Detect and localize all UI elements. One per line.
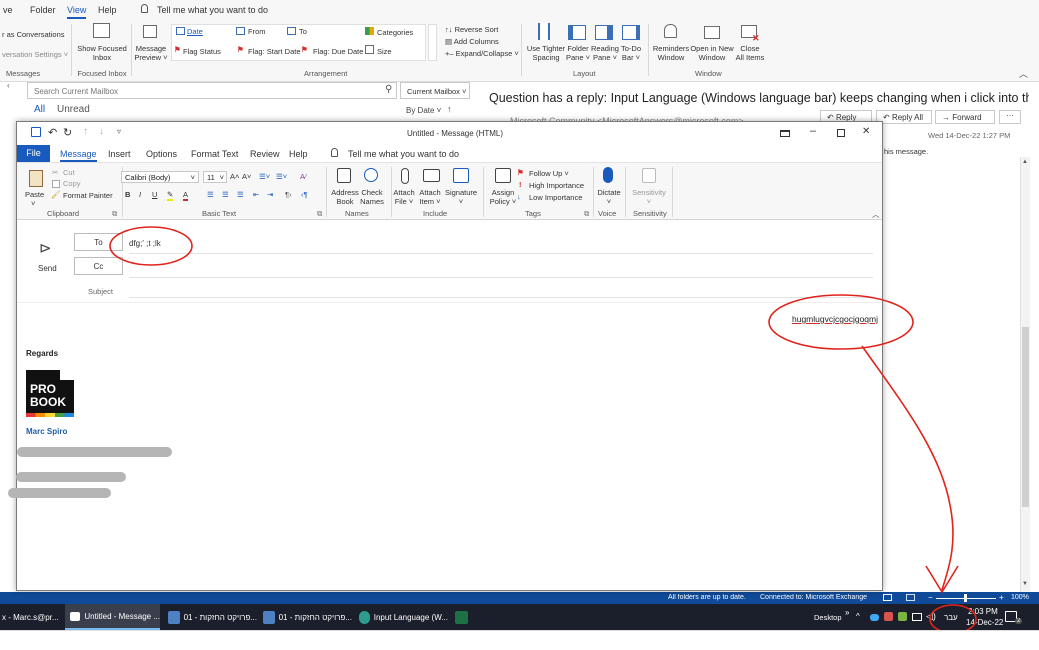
screen-bottom-strip: [0, 630, 1039, 650]
screenshot: ve Folder View Help Tell me what you wan…: [0, 0, 1039, 650]
annotation-circle-to-field: [109, 226, 193, 266]
annotation-circle-language: [929, 604, 977, 634]
annotation-arrow-line: [861, 345, 954, 591]
annotation-circle-body-text: [768, 294, 914, 350]
red-annotation-layer: [109, 226, 977, 634]
